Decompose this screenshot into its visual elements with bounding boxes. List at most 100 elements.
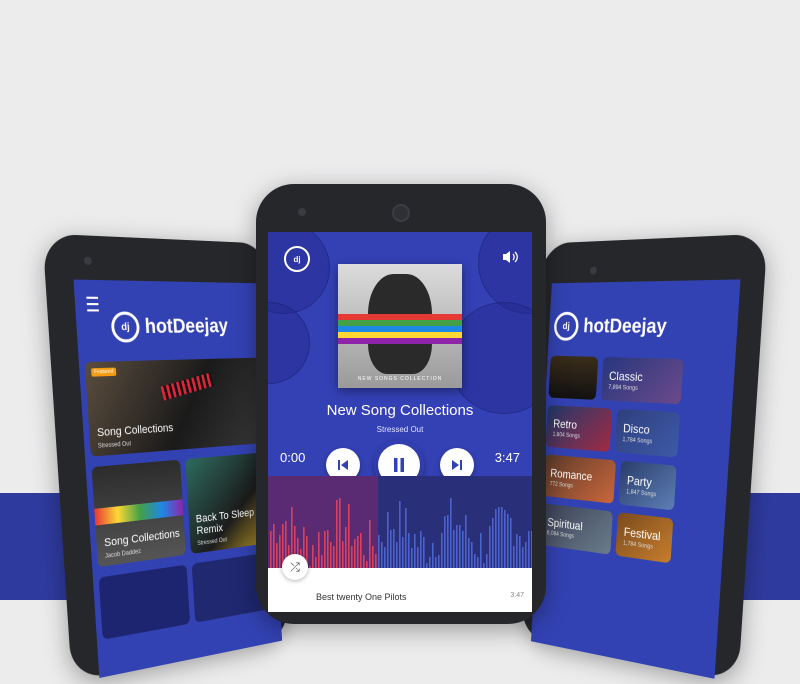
waveform-bar (345, 527, 347, 568)
waveform-bar (279, 535, 281, 568)
waveform-bar (327, 530, 329, 568)
front-camera (589, 266, 598, 275)
center-phone: dj NEW SONGS COLLECTION New Song Collect… (256, 184, 546, 624)
next-track-title[interactable]: Best twenty One Pilots (316, 592, 407, 602)
waveform-bar (369, 520, 371, 568)
waveform-bar (372, 546, 374, 568)
waveform-bar (339, 498, 341, 568)
waveform-bar (444, 516, 446, 568)
waveform-bar (513, 546, 515, 568)
waveform-bar (375, 554, 377, 568)
album-art-caption: NEW SONGS COLLECTION (357, 376, 443, 382)
genre-card-disco[interactable]: Disco 1,784 Songs (614, 408, 681, 458)
waveform-bar (336, 500, 338, 568)
waveform-bar (414, 534, 416, 568)
speaker-grille (392, 204, 410, 222)
waveform-bar (432, 543, 434, 568)
genre-name: Disco (622, 421, 651, 437)
genre-name: Party (626, 473, 653, 490)
genre-card-retro[interactable]: Retro 1,804 Songs (545, 405, 613, 452)
waveform-bar (378, 535, 380, 568)
current-time: 0:00 (280, 450, 306, 465)
front-camera (83, 256, 93, 266)
waveform-bar (411, 548, 413, 568)
waveform-bar (519, 536, 521, 568)
featured-subtitle: Stressed Out (97, 441, 132, 450)
song-artist: Stressed Out (376, 425, 424, 434)
waveform-bar (405, 508, 407, 568)
waveform-bar (315, 557, 317, 568)
waveform-bar (498, 507, 500, 568)
genre-card-party[interactable]: Party 1,847 Songs (618, 460, 677, 511)
up-next-list: Best twenty One Pilots 3:47 (268, 568, 532, 612)
genre-card-classic[interactable]: Classic 7,894 Songs (600, 356, 684, 405)
waveform-bar (462, 531, 464, 568)
genre-count: 1,784 Songs (622, 437, 653, 446)
waveform-bar (270, 531, 272, 568)
waveform-bar (453, 530, 455, 568)
right-phone: dj hotDeejay Classic 7,894 Songs Retro 1… (520, 233, 768, 682)
genre-card-spiritual[interactable]: Spiritual 6,084 Songs (539, 503, 613, 555)
sunglasses-graphic (160, 372, 215, 401)
brand-logo: dj hotDeejay (553, 311, 668, 343)
waveform-bar (324, 531, 326, 568)
waveform-bar (366, 561, 368, 568)
decor-circle (268, 232, 330, 314)
dj-logo-icon: dj (553, 311, 580, 341)
waveform-bar (465, 515, 467, 568)
genre-count: 772 Songs (549, 481, 573, 490)
waveform-bar (495, 509, 497, 568)
waveform-bar (501, 507, 503, 568)
player-screen: dj NEW SONGS COLLECTION New Song Collect… (268, 232, 532, 612)
waveform-bar (333, 546, 335, 568)
waveform-bar (525, 542, 527, 568)
right-phone-screen: dj hotDeejay Classic 7,894 Songs Retro 1… (530, 279, 741, 679)
waveform-bar (456, 525, 458, 568)
waveform-bar (486, 554, 488, 568)
genre-card-romance[interactable]: Romance 772 Songs (542, 454, 616, 504)
waveform-bar (471, 542, 473, 568)
waveform-bar (450, 498, 452, 568)
waveform-bar (504, 510, 506, 568)
waveform-bar (420, 531, 422, 568)
waveform-bar (528, 531, 530, 568)
shuffle-icon: ⤮ (290, 559, 300, 574)
collection-card[interactable]: Song Collections Jacob Daddez (91, 459, 186, 568)
genre-card-guitars[interactable] (548, 355, 599, 400)
total-time: 3:47 (494, 450, 520, 465)
waveform-bar (321, 555, 323, 568)
shuffle-button[interactable]: ⤮ (282, 554, 308, 580)
waveform-bar (447, 515, 449, 568)
waveform-bar (348, 504, 350, 568)
menu-icon[interactable] (86, 296, 99, 312)
genre-card-festival[interactable]: Festival 1,784 Songs (615, 512, 674, 564)
audio-waveform[interactable] (268, 476, 532, 568)
glitch-stripe (338, 338, 462, 344)
headphones-logo-icon[interactable]: dj (284, 246, 310, 272)
card-placeholder[interactable] (98, 564, 191, 640)
waveform-bar (429, 557, 431, 568)
card-title: Song Collections (103, 527, 181, 550)
genre-count: 6,084 Songs (546, 530, 575, 540)
waveform-bar (399, 501, 401, 568)
waveform-bar (423, 537, 425, 568)
waveform-bar (492, 518, 494, 568)
waveform-bar (387, 512, 389, 568)
featured-card[interactable]: Featured Song Collections Stressed Out (84, 357, 266, 457)
waveform-bar (408, 533, 410, 568)
waveform-bar (438, 555, 440, 568)
waveform-bar (342, 541, 344, 568)
waveform-bar (531, 531, 532, 568)
waveform-bar (507, 514, 509, 568)
genre-count: 1,804 Songs (552, 432, 581, 440)
volume-icon[interactable] (502, 250, 518, 264)
brand-name: hotDeejay (582, 315, 668, 338)
previous-icon (338, 460, 348, 470)
waveform-bar (381, 542, 383, 568)
album-art: NEW SONGS COLLECTION (338, 264, 462, 388)
featured-tag: Featured (90, 367, 117, 377)
waveform-bar (522, 547, 524, 568)
waveform-bar (357, 536, 359, 568)
waveform-bar (474, 554, 476, 568)
waveform-bar (402, 537, 404, 568)
